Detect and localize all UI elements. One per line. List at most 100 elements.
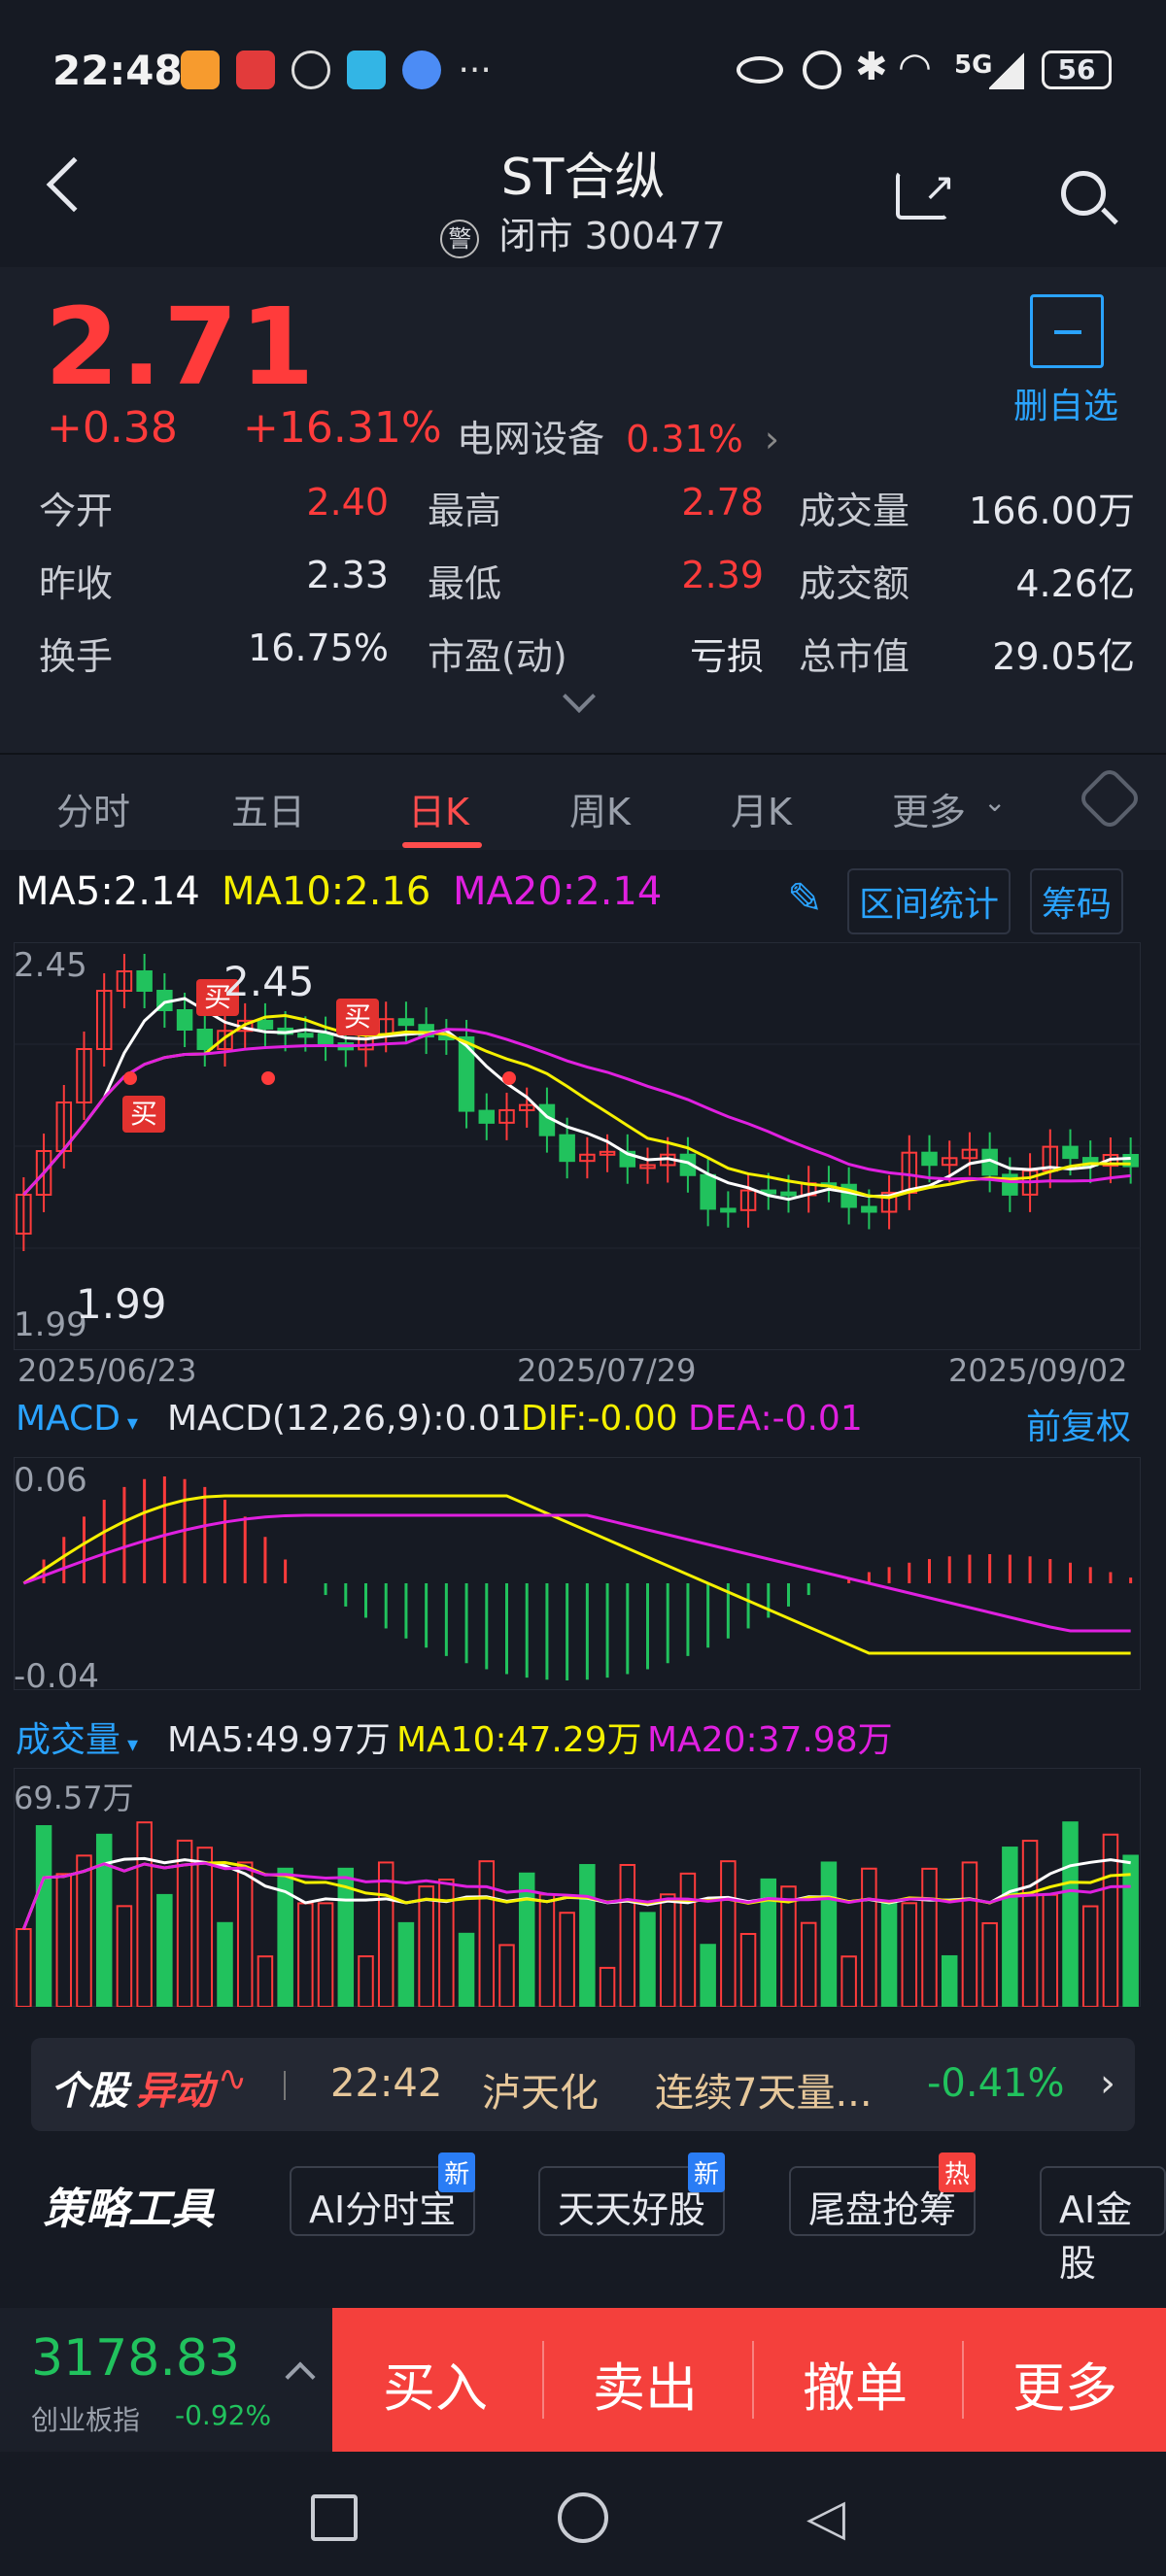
quote-label: 最低 [428,562,502,605]
home-button[interactable] [558,2492,608,2543]
quote-value: 166.00万 [969,490,1135,532]
quote-value: 2.78 [681,481,764,524]
macd-chart [14,1457,1141,1690]
tool-chip-0[interactable]: AI分时宝新 [290,2152,476,2236]
vol-ma10: MA10:47.29万 [396,1720,642,1760]
tab-2[interactable]: 日K [408,782,469,835]
trade-bar: 买入 卖出 撤单 更多 [332,2308,1166,2452]
candle-body [700,1173,716,1210]
tab-3[interactable]: 周K [569,782,631,835]
volume-bar [438,1878,455,2007]
trade-button-0[interactable]: 买入 [383,2345,488,2422]
buy-dot [123,1071,137,1085]
recents-button[interactable] [311,2494,358,2541]
tool-badge: 新 [688,2152,726,2192]
back-nav-button[interactable]: ◁ [806,2489,845,2547]
pencil-icon[interactable]: ✎ [787,874,823,924]
chevron-right-icon: › [1100,2061,1115,2106]
volume-bar [257,1955,274,2007]
alarm-icon [803,51,841,89]
remove-watchlist-button[interactable]: 删自选 [1011,294,1127,428]
remove-watchlist-label: 删自选 [1013,387,1119,426]
warning-badge: 警 [440,219,480,258]
price-change-pct: +16.31% [243,403,442,453]
volume-bar [217,1921,233,2007]
volume-bar [1002,1847,1018,2007]
tool-chip-3[interactable]: AI金股 [1040,2166,1166,2285]
brand-a: 个股 [51,2069,128,2114]
volume-bar [196,1847,214,2007]
buy-dot [261,1071,275,1085]
candle-body [196,1029,214,1050]
candle-body [559,1134,575,1163]
quote-value: 16.75% [248,627,389,669]
sector-link[interactable]: 电网设备 0.31% › [457,409,779,462]
index-pct: -0.92% [175,2399,272,2431]
range-stats-button[interactable]: 区间统计 [847,868,1012,934]
volume-bar [377,1861,394,2007]
expand-chevron-icon[interactable] [563,680,596,713]
volume-bar [800,1921,817,2007]
tool-chip-2[interactable]: 尾盘抢筹热 [789,2152,977,2236]
volume-bar [739,1932,757,2007]
last-price: 2.71 [45,285,317,409]
chips-button[interactable]: 筹码 [1030,868,1124,934]
ma5-label: MA5:2.14 [16,869,200,914]
vol-ma-line [21,1856,1131,1930]
quote-label: 总市值 [799,635,910,678]
volume-bar [861,1867,877,2007]
buy-marker-text: 买 [130,1098,157,1130]
volume-bar [840,1955,857,2007]
volume-chart [14,1768,1141,2007]
quote-value: 29.05亿 [992,635,1135,678]
chevron-down-icon: ⌄ [983,786,1007,818]
tab-5[interactable]: 更多 [892,782,966,835]
trade-button-3[interactable]: 更多 [1012,2345,1117,2422]
macd-selector[interactable]: MACD ▾ [16,1399,138,1439]
tool-chip-label: 尾盘抢筹 [808,2188,957,2231]
chevron-up-icon[interactable] [285,2361,316,2392]
tab-4[interactable]: 月K [731,782,792,835]
kline-date-3: 2025/09/02 [948,1352,1128,1389]
vol-ma5: MA5:49.97万 [167,1720,391,1760]
ma-line [22,1014,1131,1200]
news-stock: 泸天化 [482,2071,599,2116]
quote-label: 最高 [428,490,502,532]
macd-ymin: -0.04 [14,1657,99,1696]
minus-box-icon [1030,294,1104,368]
search-icon[interactable] [1061,171,1106,216]
app-notification-icons: ··· [181,51,492,93]
volume-bar [418,1885,434,2007]
volume-bar [599,1966,616,2007]
tool-chip-1[interactable]: 天天好股新 [538,2152,726,2236]
volume-bar [478,1860,496,2007]
period-tabs: 分时 五日 日K 周K 月K 更多 ⌄ [0,753,1166,850]
index-value: 3178.83 [31,2329,241,2388]
volume-bar [941,1954,958,2007]
tab-1[interactable]: 五日 [231,782,305,835]
kline-chart[interactable]: 买买买 [14,942,1141,1350]
news-banner[interactable]: 个股 异动 ∿ 22:42 泸天化 连续7天量... -0.41% › [31,2038,1135,2131]
volume-bar [700,1944,716,2007]
candle-body [780,1191,797,1197]
kline-high-label: 2.45 [223,958,315,1005]
vol-ma20: MA20:37.98万 [647,1720,893,1760]
adjust-button[interactable]: 前复权 [1026,1399,1131,1449]
chevron-right-icon: › [764,418,780,460]
trade-button-2[interactable]: 撤单 [803,2345,908,2422]
stock-subtitle: 警 闭市 300477 [0,206,1166,259]
buy-dot [502,1071,516,1085]
tool-badge: 新 [438,2152,476,2192]
share-arrow: ↗ [923,165,956,210]
macd-ymax: 0.06 [14,1461,87,1500]
trade-button-1[interactable]: 卖出 [593,2345,698,2422]
ma10-label: MA10:2.16 [222,869,431,914]
candle-body [297,1033,314,1038]
volume-bar [720,1860,737,2007]
quote-value: 2.33 [306,554,389,596]
volume-bar [518,1872,535,2007]
volume-selector[interactable]: 成交量 ▾ [16,1712,138,1762]
volume-bar [236,1861,254,2007]
tab-0[interactable]: 分时 [56,782,130,835]
quote-panel: 2.71 +0.38 +16.31% 电网设备 0.31% › 删自选 今开 2.… [0,267,1166,753]
